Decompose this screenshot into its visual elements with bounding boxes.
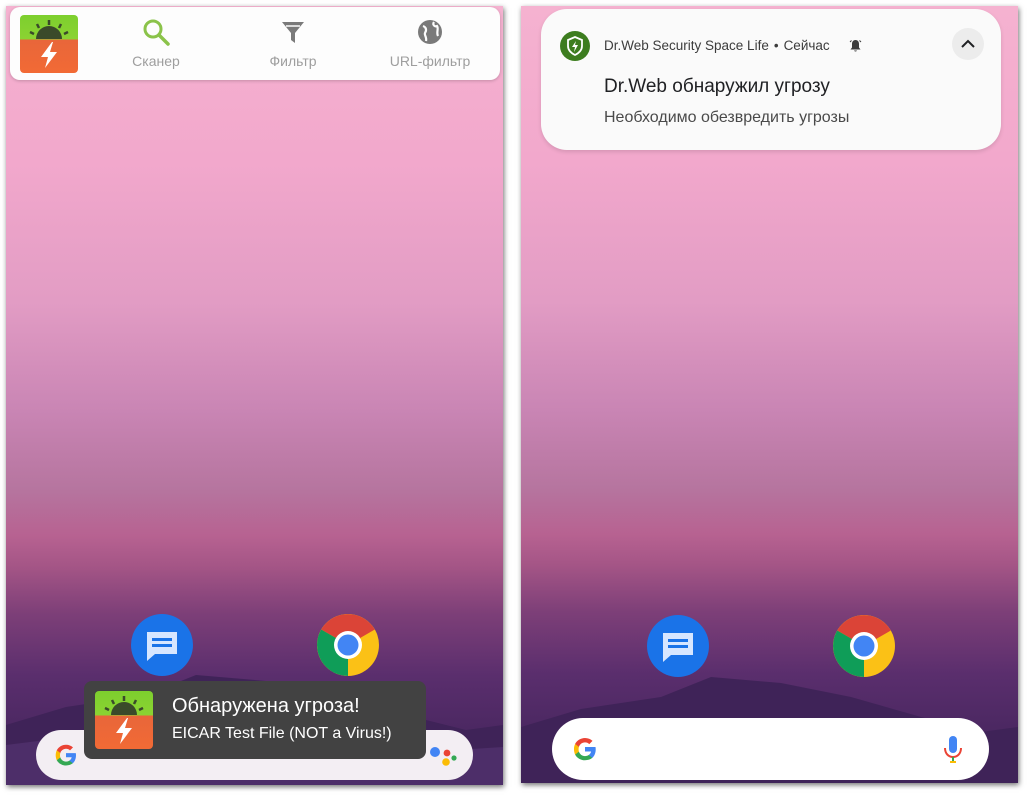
drweb-logo-icon[interactable] [20, 15, 78, 73]
scanner-button[interactable]: Сканер [96, 17, 216, 69]
google-search-bar[interactable] [552, 718, 989, 780]
threat-toast: Обнаружена угроза! EICAR Test File (NOT … [84, 681, 426, 759]
drweb-logo-icon [95, 691, 153, 749]
chrome-icon [317, 614, 379, 676]
messages-icon [147, 632, 177, 661]
bell-icon [849, 40, 862, 52]
filter-button[interactable]: Фильтр [233, 17, 353, 69]
right-phone-screen: Dr.Web Security Space Life • Сейчас Dr.Web… [521, 6, 1018, 783]
filter-icon [282, 22, 304, 43]
filter-label: Фильтр [269, 53, 317, 69]
drweb-quick-panel: Сканер Фильтр URL-фильтр [10, 7, 500, 80]
microphone-icon[interactable] [943, 734, 963, 766]
messages-app-icon[interactable] [647, 615, 709, 677]
chrome-app-icon[interactable] [833, 615, 895, 677]
notification-app-name: Dr.Web Security Space Life [604, 38, 769, 53]
shield-icon [560, 31, 590, 61]
google-g-icon [573, 737, 596, 761]
globe-icon [418, 20, 442, 44]
chevron-up-icon [961, 39, 975, 48]
collapse-notification-button[interactable] [952, 28, 984, 60]
google-assistant-icon[interactable] [428, 744, 458, 768]
url-filter-label: URL-фильтр [389, 53, 471, 69]
notification-text: Необходимо обезвредить угрозы [604, 109, 850, 126]
chrome-app-icon[interactable] [317, 614, 379, 676]
google-g-icon [55, 744, 76, 766]
left-phone-screen: Сканер Фильтр URL-фильтр Обнаружена угро… [6, 6, 503, 785]
notification-title: Dr.Web обнаружил угрозу [604, 76, 830, 97]
notification-header: Dr.Web Security Space Life • Сейчас [604, 38, 830, 53]
chrome-icon [833, 615, 895, 677]
toast-text: EICAR Test File (NOT a Virus!) [172, 725, 392, 742]
toast-title: Обнаружена угроза! [172, 695, 360, 717]
url-filter-button[interactable]: URL-фильтр [370, 17, 490, 69]
messages-app-icon[interactable] [131, 614, 193, 676]
messages-icon [663, 633, 693, 662]
drweb-notification[interactable]: Dr.Web Security Space Life • Сейчас Dr.Web… [541, 9, 1001, 150]
search-icon [143, 19, 170, 46]
notification-time: Сейчас [783, 38, 830, 53]
scanner-label: Сканер [132, 53, 180, 69]
